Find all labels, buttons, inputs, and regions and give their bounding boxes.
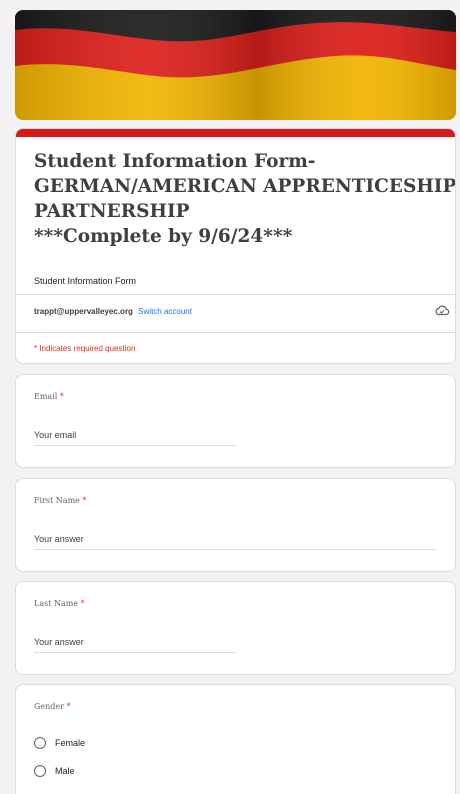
form-title-line: GERMAN/AMERICAN APPRENTICESHIP xyxy=(34,176,456,197)
question-card-first-name: First Name * Your answer xyxy=(15,478,456,572)
divider xyxy=(16,294,455,295)
radio-option-female[interactable]: Female xyxy=(34,737,85,749)
required-asterisk: * xyxy=(80,599,85,608)
radio-button[interactable] xyxy=(34,765,46,777)
radio-option-male[interactable]: Male xyxy=(34,765,75,777)
required-asterisk: * xyxy=(59,392,64,401)
german-flag-banner xyxy=(15,10,456,120)
account-email: trappt@uppervalleyec.org xyxy=(34,307,133,316)
form-title-line: PARTNERSHIP xyxy=(34,201,190,222)
form-title-line: ***Complete by 9/6/24*** xyxy=(34,226,293,247)
radio-label: Female xyxy=(55,738,86,748)
form-description: Student Information Form xyxy=(34,276,137,286)
required-asterisk: * xyxy=(66,702,71,711)
accent-bar xyxy=(16,129,455,137)
input-underline xyxy=(34,445,236,446)
input-underline xyxy=(34,549,436,550)
last-name-input[interactable]: Your answer xyxy=(34,637,84,647)
question-title: First Name xyxy=(34,496,80,505)
question-label: Gender * xyxy=(34,702,71,711)
radio-button[interactable] xyxy=(34,737,46,749)
question-title: Last Name xyxy=(34,599,79,608)
form-title-line: Student Information Form- xyxy=(34,151,316,172)
cloud-save-icon[interactable] xyxy=(434,302,450,318)
email-input[interactable]: Your email xyxy=(34,430,76,440)
form-title: Student Information Form- GERMAN/AMERICA… xyxy=(34,149,456,249)
switch-account-link[interactable]: Switch account xyxy=(138,307,192,316)
question-label: Last Name * xyxy=(34,599,85,608)
question-label: First Name * xyxy=(34,496,86,505)
question-title: Email xyxy=(34,392,58,401)
divider xyxy=(16,332,455,333)
form-page: Student Information Form- GERMAN/AMERICA… xyxy=(0,0,460,794)
required-question-note: * Indicates required question xyxy=(34,344,136,353)
question-card-email: Email * Your email xyxy=(15,374,456,468)
first-name-input[interactable]: Your answer xyxy=(34,534,84,544)
question-card-last-name: Last Name * Your answer xyxy=(15,581,456,675)
radio-label: Male xyxy=(55,766,75,776)
flag-image xyxy=(15,10,456,120)
input-underline xyxy=(34,652,236,653)
account-info: trappt@uppervalleyec.org Switch account xyxy=(34,307,192,316)
question-label: Email * xyxy=(34,392,64,401)
form-header-card: Student Information Form- GERMAN/AMERICA… xyxy=(15,128,456,364)
question-title: Gender xyxy=(34,702,64,711)
required-asterisk: * xyxy=(82,496,87,505)
question-card-gender: Gender * Female Male xyxy=(15,684,456,794)
